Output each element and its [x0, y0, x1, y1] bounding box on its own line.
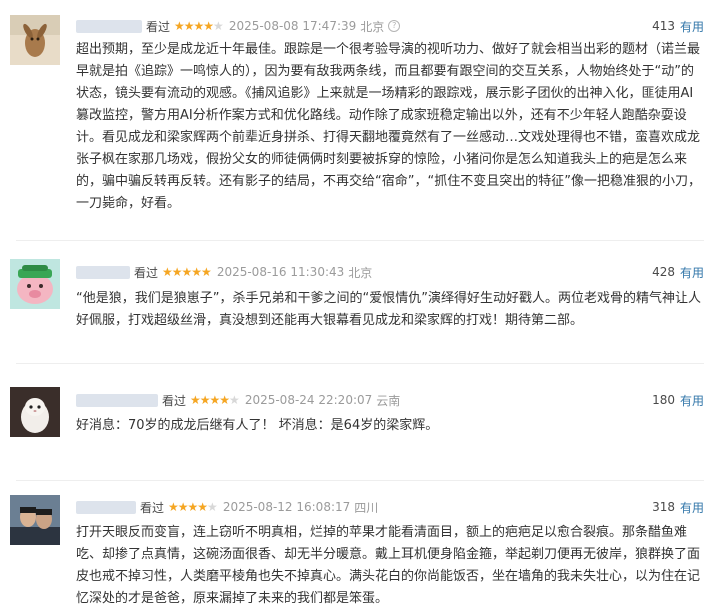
useful-button[interactable]: 有用: [680, 264, 704, 281]
vote-area: 413 有用: [652, 16, 704, 36]
username-redacted[interactable]: [76, 265, 130, 279]
avatar-image: [10, 495, 60, 545]
review-content: “他是狼，我们是狼崽子”，杀手兄弟和干爹之间的“爱恨情仇”演绎得好生动好戳人。两…: [76, 291, 701, 328]
avatar[interactable]: [10, 495, 60, 545]
useful-button[interactable]: 有用: [680, 18, 704, 35]
watch-status: 看过: [146, 19, 171, 34]
review-location: 北京: [348, 265, 373, 280]
review-location: 四川: [354, 500, 379, 515]
review-location: 北京: [360, 19, 385, 34]
review-content: 超出预期，至少是成龙近十年最佳。跟踪是一个很考验导演的视听功力、做好了就会相当出…: [76, 42, 701, 211]
watch-status: 看过: [162, 393, 187, 408]
username-redacted[interactable]: [76, 393, 158, 407]
review-item: 看过 ★★★★★ 2025-08-12 16:08:17 四川 318 有用 打…: [0, 488, 720, 612]
watch-status: 看过: [140, 500, 165, 515]
rating-stars: ★★★★★: [174, 19, 224, 33]
vote-count: 428: [652, 265, 675, 279]
rating-stars: ★★★★★: [168, 500, 218, 514]
divider: [16, 480, 704, 481]
review-content: 好消息：70岁的成龙后继有人了！ 坏消息：是64岁的梁家辉。: [76, 418, 439, 433]
divider: [16, 363, 704, 364]
username-redacted[interactable]: [76, 500, 136, 514]
vote-area: 318 有用: [652, 497, 704, 517]
avatar[interactable]: [10, 387, 60, 437]
avatar-image: [10, 259, 60, 309]
review-item: 看过 ★★★★★ 2025-08-24 22:20:07 云南 180 有用 好…: [0, 373, 720, 473]
avatar-image: [10, 15, 60, 65]
help-icon[interactable]: ?: [388, 20, 401, 32]
review-meta: 看过 ★★★★★ 2025-08-16 11:30:43 北京: [76, 262, 374, 282]
review-meta: 看过 ★★★★★ 2025-08-12 16:08:17 四川: [76, 497, 380, 517]
vote-count: 180: [652, 393, 675, 407]
review-datetime: 2025-08-08 17:47:39: [228, 19, 357, 33]
vote-count: 413: [652, 19, 675, 33]
review-location: 云南: [376, 393, 401, 408]
vote-area: 428 有用: [652, 262, 704, 282]
vote-count: 318: [652, 500, 675, 514]
useful-button[interactable]: 有用: [680, 499, 704, 516]
rating-stars: ★★★★★: [190, 393, 240, 407]
divider: [16, 240, 704, 241]
avatar-image: [10, 387, 60, 437]
avatar[interactable]: [10, 15, 60, 65]
review-datetime: 2025-08-12 16:08:17: [222, 500, 351, 514]
review-datetime: 2025-08-16 11:30:43: [216, 265, 345, 279]
review-meta: 看过 ★★★★★ 2025-08-24 22:20:07 云南: [76, 390, 402, 410]
username-redacted[interactable]: [76, 19, 142, 33]
avatar[interactable]: [10, 259, 60, 309]
review-content: 打开天眼反而变盲，连上窃听不明真相，烂掉的苹果才能看清面目，额上的疤疤足以愈合裂…: [76, 525, 701, 606]
review-datetime: 2025-08-24 22:20:07: [244, 393, 373, 407]
rating-stars: ★★★★★: [162, 265, 212, 279]
watch-status: 看过: [134, 265, 159, 280]
useful-button[interactable]: 有用: [680, 392, 704, 409]
review-item: 看过 ★★★★★ 2025-08-08 17:47:39 北京 ? 413 有用…: [0, 0, 720, 230]
vote-area: 180 有用: [652, 390, 704, 410]
review-item: 看过 ★★★★★ 2025-08-16 11:30:43 北京 428 有用 “…: [0, 250, 720, 350]
review-meta: 看过 ★★★★★ 2025-08-08 17:47:39 北京 ?: [76, 16, 401, 36]
